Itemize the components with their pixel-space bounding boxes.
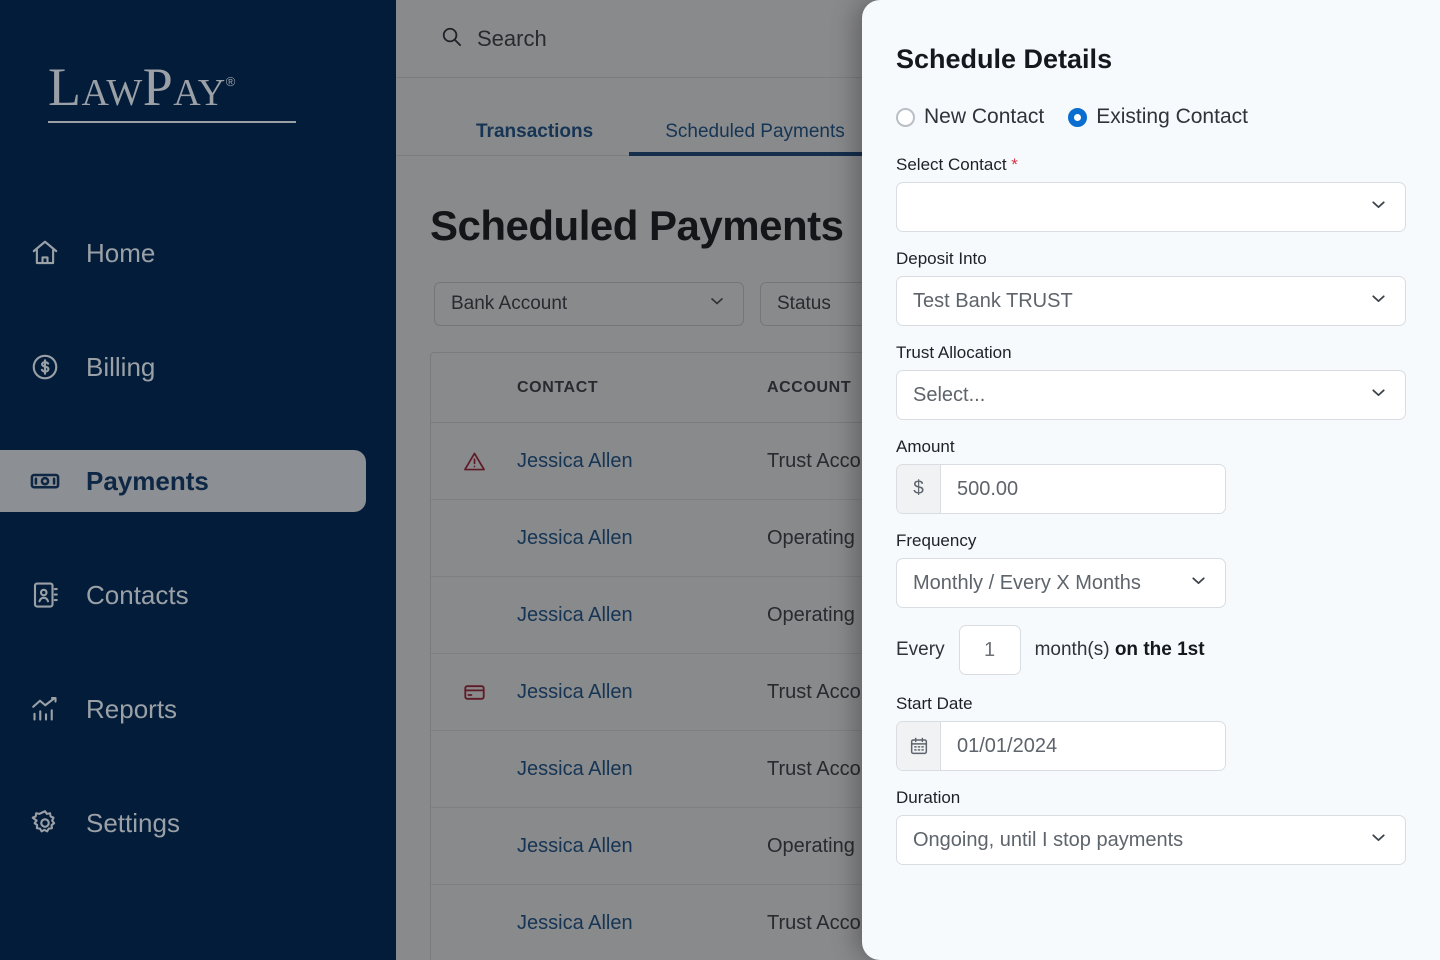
- selected-value: Test Bank TRUST: [913, 289, 1073, 312]
- contact-link[interactable]: Jessica Allen: [517, 758, 767, 781]
- contact-link[interactable]: Jessica Allen: [517, 450, 767, 473]
- select-contact-field: Select Contact *: [896, 155, 1406, 232]
- every-prefix-label: Every: [896, 639, 945, 660]
- start-date-input-group: [896, 721, 1226, 771]
- chart-icon: [28, 692, 62, 726]
- tab-label: Scheduled Payments: [665, 121, 845, 142]
- required-asterisk: *: [1011, 155, 1018, 174]
- sidebar-item-label: Billing: [86, 352, 156, 382]
- duration-field: Duration Ongoing, until I stop payments: [896, 788, 1406, 865]
- tab-scheduled-payments[interactable]: Scheduled Payments: [629, 121, 941, 156]
- deposit-into-dropdown[interactable]: Test Bank TRUST: [896, 276, 1406, 326]
- logo-underline: [48, 121, 296, 123]
- frequency-label: Frequency: [896, 531, 977, 550]
- selected-value: Select...: [913, 383, 986, 406]
- amount-label: Amount: [896, 437, 955, 456]
- every-detail-label: on the 1st: [1114, 639, 1205, 660]
- radio-label: Existing Contact: [1096, 105, 1248, 128]
- sidebar-item-payments[interactable]: Payments: [0, 450, 366, 512]
- select-contact-label: Select Contact *: [896, 155, 1406, 175]
- sidebar-item-billing[interactable]: Billing: [0, 336, 366, 398]
- lawpay-logo-text: LawPay®: [48, 60, 298, 114]
- schedule-details-panel: Schedule Details New Contact Existing Co…: [862, 0, 1440, 960]
- dollar-circle-icon: [28, 350, 62, 384]
- start-date-input[interactable]: [941, 722, 1225, 770]
- chevron-down-icon: [1368, 382, 1389, 409]
- every-unit-label: month(s): [1034, 639, 1110, 660]
- select-contact-dropdown[interactable]: [896, 182, 1406, 232]
- contact-link[interactable]: Jessica Allen: [517, 604, 767, 627]
- chevron-down-icon: [707, 291, 727, 317]
- gear-icon: [28, 806, 62, 840]
- sidebar-item-label: Home: [86, 238, 156, 268]
- bank-account-filter[interactable]: Bank Account: [434, 282, 744, 326]
- contact-link[interactable]: Jessica Allen: [517, 527, 767, 550]
- credit-card-icon: [431, 681, 517, 704]
- chevron-down-icon: [1368, 288, 1389, 315]
- amount-field: Amount $: [896, 437, 1406, 514]
- contact-link[interactable]: Jessica Allen: [517, 912, 767, 935]
- radio-circle-icon: [896, 107, 915, 127]
- filter-label: Status: [777, 293, 831, 314]
- contact-link[interactable]: Jessica Allen: [517, 681, 767, 704]
- trust-allocation-field: Trust Allocation Select...: [896, 343, 1406, 420]
- every-interval-input[interactable]: [958, 625, 1021, 675]
- calendar-icon[interactable]: [897, 722, 941, 770]
- sidebar-item-label: Contacts: [86, 580, 189, 610]
- frequency-field: Frequency Monthly / Every X Months: [896, 531, 1406, 608]
- radio-existing-contact[interactable]: Existing Contact: [1068, 105, 1248, 129]
- selected-value: Ongoing, until I stop payments: [913, 828, 1184, 851]
- chevron-down-icon: [1368, 827, 1389, 854]
- lawpay-logo[interactable]: LawPay®: [48, 60, 298, 123]
- chevron-down-icon: [1368, 194, 1389, 221]
- deposit-into-label: Deposit Into: [896, 249, 987, 268]
- selected-value: Monthly / Every X Months: [913, 571, 1141, 594]
- sidebar-item-label: Settings: [86, 808, 180, 838]
- duration-dropdown[interactable]: Ongoing, until I stop payments: [896, 815, 1406, 865]
- sidebar-item-label: Payments: [86, 466, 209, 496]
- label-text: Select Contact: [896, 155, 1007, 174]
- logo-wordmark: LawPay: [48, 57, 226, 117]
- radio-circle-selected-icon: [1068, 107, 1088, 127]
- tab-transactions[interactable]: Transactions: [440, 121, 629, 155]
- banknote-icon: [28, 464, 62, 498]
- sidebar-item-settings[interactable]: Settings: [0, 792, 366, 854]
- sidebar-item-reports[interactable]: Reports: [0, 678, 366, 740]
- duration-label: Duration: [896, 788, 961, 807]
- warning-triangle-icon: [431, 450, 517, 473]
- panel-title: Schedule Details: [896, 44, 1113, 74]
- sidebar-item-label: Reports: [86, 694, 178, 724]
- home-icon: [28, 236, 62, 270]
- deposit-into-field: Deposit Into Test Bank TRUST: [896, 249, 1406, 326]
- search-bar[interactable]: [440, 25, 837, 53]
- amount-input[interactable]: [941, 465, 1225, 513]
- sidebar-item-contacts[interactable]: Contacts: [0, 564, 366, 626]
- every-suffix-label: month(s) on the 1st: [1035, 639, 1205, 661]
- chevron-down-icon: [1188, 570, 1209, 597]
- address-book-icon: [28, 578, 62, 612]
- start-date-field: Start Date: [896, 694, 1406, 771]
- search-icon: [440, 25, 463, 53]
- start-date-label: Start Date: [896, 694, 973, 713]
- contact-type-radio-group: New Contact Existing Contact: [896, 105, 1406, 129]
- every-interval-row: Every month(s) on the 1st: [896, 625, 1406, 675]
- app-root: LawPay® Home Billing Payments Contacts R…: [0, 0, 1440, 960]
- tab-label: Transactions: [476, 121, 594, 142]
- currency-symbol: $: [897, 465, 941, 513]
- radio-new-contact[interactable]: New Contact: [896, 105, 1044, 129]
- sidebar: LawPay® Home Billing Payments Contacts R…: [0, 0, 396, 960]
- trust-allocation-label: Trust Allocation: [896, 343, 1012, 362]
- registered-mark: ®: [225, 74, 236, 89]
- sidebar-item-home[interactable]: Home: [0, 222, 366, 284]
- trust-allocation-dropdown[interactable]: Select...: [896, 370, 1406, 420]
- radio-label: New Contact: [924, 105, 1045, 128]
- search-input[interactable]: [477, 25, 837, 52]
- filter-label: Bank Account: [451, 293, 568, 314]
- amount-input-group: $: [896, 464, 1226, 514]
- table-header-contact: CONTACT: [517, 378, 599, 396]
- sidebar-nav: Home Billing Payments Contacts Reports S…: [0, 222, 396, 906]
- contact-link[interactable]: Jessica Allen: [517, 835, 767, 858]
- frequency-dropdown[interactable]: Monthly / Every X Months: [896, 558, 1226, 608]
